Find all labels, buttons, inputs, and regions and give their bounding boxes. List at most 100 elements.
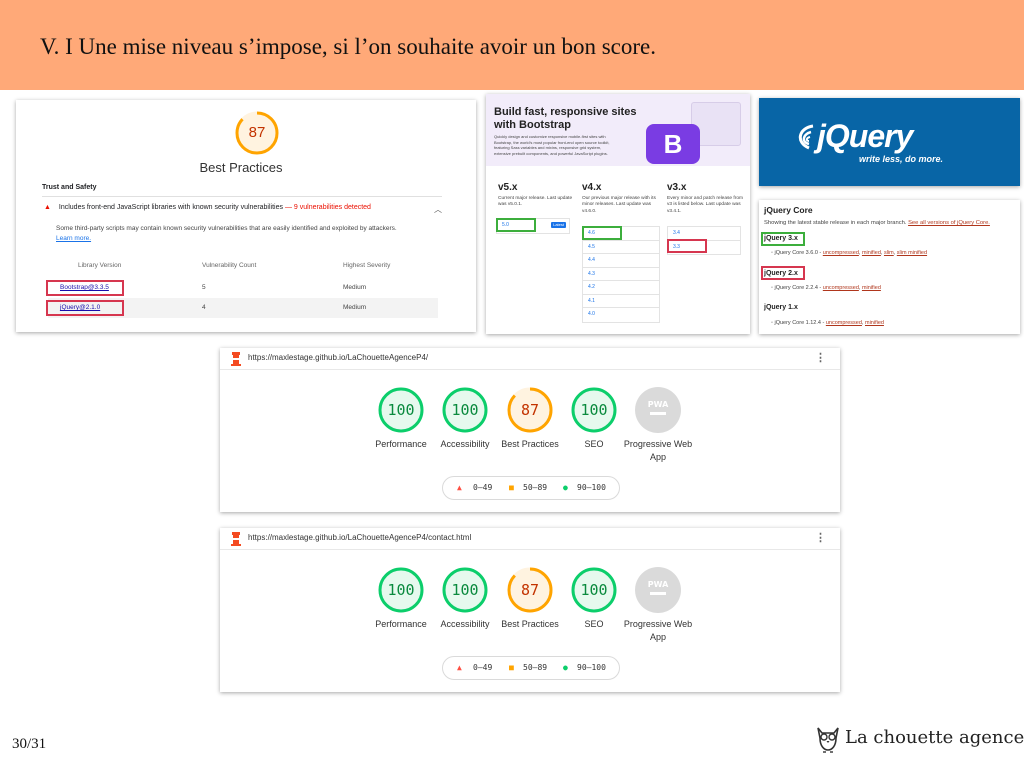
- score-legend: ▲ 0–49 ■ 50–89 ● 90–100: [442, 656, 620, 680]
- version-text: Current major release. Last update was v…: [498, 196, 573, 208]
- report-url[interactable]: https://maxlestage.github.io/LaChouetteA…: [248, 533, 471, 542]
- legend-fail: 0–49: [473, 483, 493, 492]
- jquery-core-panel: jQuery Core Showing the latest stable re…: [759, 200, 1020, 334]
- download-link[interactable]: minified: [862, 250, 881, 256]
- best-practices-score: 87: [520, 581, 540, 599]
- legend-average: 50–89: [523, 483, 548, 492]
- pwa-badge-icon[interactable]: PWA: [634, 566, 682, 614]
- performance-score: 100: [387, 401, 415, 419]
- brand-name: La chouette agence: [845, 727, 1024, 748]
- audit-description: Some third-party scripts may contain kno…: [56, 224, 436, 244]
- jquery-tagline: write less, do more.: [859, 154, 944, 164]
- warning-triangle-icon: ▲: [44, 204, 51, 211]
- version-column: v4.x Our previous major release with its…: [582, 182, 662, 215]
- accessibility-score: 100: [451, 401, 479, 419]
- gauge-label: Progressive Web App: [623, 619, 693, 642]
- jquery-logo-panel: jQuery write less, do more.: [759, 98, 1020, 186]
- pass-circle-icon: ●: [563, 663, 568, 672]
- accessibility-score: 100: [451, 581, 479, 599]
- version-link[interactable]: 4.0: [583, 308, 659, 322]
- average-square-icon: ■: [509, 663, 514, 672]
- bootstrap-versions-panel: Build fast, responsive sites with Bootst…: [486, 94, 750, 334]
- version-link[interactable]: 4.1: [583, 295, 659, 308]
- version-link[interactable]: 4.5: [583, 241, 659, 254]
- panel-description: Showing the latest stable release in eac…: [764, 220, 990, 226]
- version-column: v3.x Every minor and patch release from …: [667, 182, 747, 215]
- section-heading: Trust and Safety: [42, 184, 97, 191]
- report-url-bar: https://maxlestage.github.io/LaChouetteA…: [220, 528, 840, 550]
- version-link[interactable]: 4.3: [583, 268, 659, 281]
- lighthouse-icon: [231, 532, 241, 546]
- version-heading: v3.x: [667, 182, 687, 193]
- best-practices-score: 87: [520, 401, 540, 419]
- highlight-box: [46, 300, 124, 316]
- seo-score: 100: [580, 401, 608, 419]
- all-versions-link[interactable]: See all versions of jQuery Core.: [908, 220, 990, 226]
- page-number: 30/31: [12, 736, 47, 752]
- version-link[interactable]: 4.4: [583, 254, 659, 268]
- description-text: Some third-party scripts may contain kno…: [56, 225, 397, 232]
- average-square-icon: ■: [509, 483, 514, 492]
- latest-badge: Latest: [551, 222, 566, 228]
- download-link[interactable]: slim minified: [897, 250, 927, 256]
- release-item: ◦ jQuery Core 3.6.0 - uncompressed, mini…: [771, 250, 928, 256]
- download-link[interactable]: uncompressed: [826, 320, 862, 326]
- audit-title: Includes front-end JavaScript libraries …: [58, 204, 283, 211]
- slide-header: V. I Une mise niveau s’impose, si l’on s…: [0, 0, 1024, 90]
- panel-title: jQuery Core: [764, 205, 813, 215]
- version-link[interactable]: 4.2: [583, 281, 659, 295]
- download-link[interactable]: minified: [865, 320, 884, 326]
- bootstrap-hero: Build fast, responsive sites with Bootst…: [486, 94, 750, 166]
- highlight-box: [761, 266, 805, 280]
- more-menu-icon[interactable]: ⋮: [815, 351, 826, 364]
- learn-more-link[interactable]: Learn more.: [56, 235, 91, 242]
- report-url[interactable]: https://maxlestage.github.io/LaChouetteA…: [248, 353, 428, 362]
- divider: [42, 196, 442, 197]
- highlight-box: [582, 226, 622, 240]
- audit-warning: 9 vulnerabilities detected: [293, 204, 371, 211]
- version-text: Our previous major release with its mino…: [582, 196, 656, 214]
- column-header: Vulnerability Count: [202, 262, 257, 269]
- lighthouse-report-card: https://maxlestage.github.io/LaChouetteA…: [220, 528, 840, 692]
- pwa-badge-icon[interactable]: PWA: [634, 386, 682, 434]
- owl-logo-icon: [817, 727, 839, 753]
- legend-pass: 90–100: [577, 663, 606, 672]
- download-link[interactable]: uncompressed: [823, 285, 859, 291]
- chevron-up-icon[interactable]: ︿: [434, 204, 442, 215]
- version-list: 4.6 4.5 4.4 4.3 4.2 4.1 4.0: [582, 226, 660, 323]
- lighthouse-report-card: https://maxlestage.github.io/LaChouetteA…: [220, 348, 840, 512]
- severity: Medium: [343, 304, 367, 311]
- fail-triangle-icon: ▲: [457, 663, 462, 672]
- hero-title: Build fast, responsive sites with Bootst…: [494, 106, 637, 131]
- score-legend: ▲ 0–49 ■ 50–89 ● 90–100: [442, 476, 620, 500]
- highlight-box: [667, 239, 707, 253]
- gauge-label: Progressive Web App: [623, 439, 693, 462]
- seo-score: 100: [580, 581, 608, 599]
- hero-text: Quickly design and customize responsive …: [494, 134, 610, 156]
- performance-score: 100: [387, 581, 415, 599]
- highlight-box: [761, 232, 805, 246]
- version-heading: v4.x: [582, 182, 602, 193]
- lighthouse-icon: [231, 352, 241, 366]
- download-link[interactable]: minified: [862, 285, 881, 291]
- audit-separator: —: [284, 204, 292, 211]
- slide-title: V. I Une mise niveau s’impose, si l’on s…: [40, 34, 656, 59]
- release-item: ◦ jQuery Core 2.2.4 - uncompressed, mini…: [771, 285, 881, 291]
- download-link[interactable]: uncompressed: [823, 250, 859, 256]
- branch-heading: jQuery 1.x: [764, 304, 798, 311]
- legend-pass: 90–100: [577, 483, 606, 492]
- download-link[interactable]: slim: [884, 250, 894, 256]
- best-practices-score: 87: [248, 124, 266, 141]
- legend-average: 50–89: [523, 663, 548, 672]
- svg-text:PWA: PWA: [648, 400, 669, 409]
- audit-row[interactable]: ▲ Includes front-end JavaScript librarie…: [44, 204, 442, 218]
- column-header: Highest Severity: [343, 262, 391, 269]
- more-menu-icon[interactable]: ⋮: [815, 531, 826, 544]
- jquery-swirl-icon: [798, 124, 814, 150]
- svg-text:PWA: PWA: [648, 580, 669, 589]
- version-heading: v5.x: [498, 182, 518, 193]
- highlight-box: [496, 218, 536, 232]
- best-practices-panel: 87 Best Practices Trust and Safety ▲ Inc…: [16, 100, 476, 332]
- legend-fail: 0–49: [473, 663, 493, 672]
- jquery-wordmark: jQuery: [817, 118, 913, 154]
